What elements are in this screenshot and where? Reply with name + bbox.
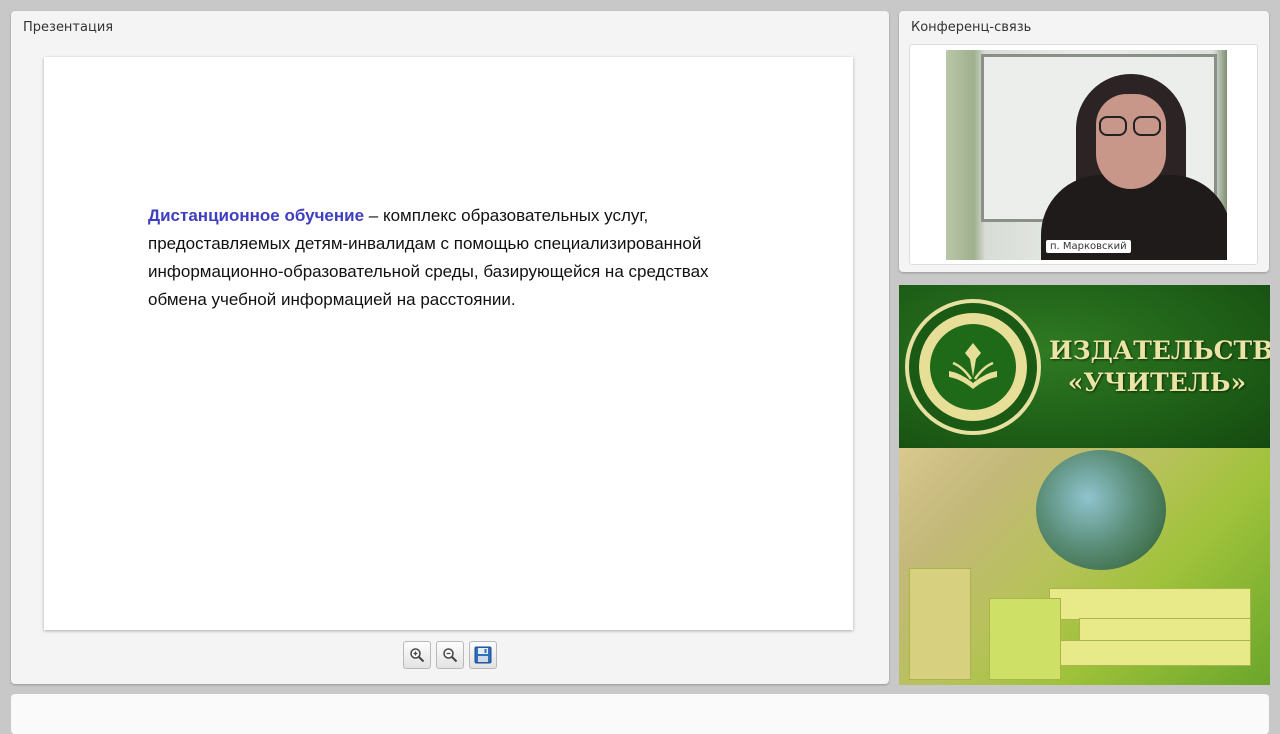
globe-image [1036,450,1166,570]
conference-panel: Конференц-связь п. Марковский [899,11,1269,272]
banner-header: ИЗДАТЕЛЬСТВО «УЧИТЕЛЬ» [899,285,1270,448]
book-stack-image [909,568,971,680]
publisher-logo [905,299,1041,435]
book-image [1059,640,1251,666]
zoom-out-icon [443,648,458,663]
slide: Дистанционное обучение – комплекс образо… [44,57,853,630]
participant-face [1096,94,1166,189]
participant-video[interactable]: п. Марковский [946,50,1227,260]
slide-text: Дистанционное обучение – комплекс образо… [148,202,748,314]
participant-name-tag: п. Марковский [1046,240,1131,253]
bottom-panel [11,694,1269,734]
floppy-disk-icon [474,646,492,664]
book-image [989,598,1061,680]
presentation-title: Презентация [23,20,114,35]
publisher-line2: «УЧИТЕЛЬ» [1067,368,1247,397]
book-image [1079,618,1251,642]
video-frame: п. Марковский [909,44,1258,265]
book-logo-icon [930,324,1016,410]
presentation-panel: Презентация Дистанционное обучение – ком… [11,11,889,684]
glasses-lens-left [1099,116,1127,136]
zoom-out-button[interactable] [436,641,464,669]
banner-image [899,448,1270,685]
glasses-lens-right [1133,116,1161,136]
publisher-banner: ИЗДАТЕЛЬСТВО «УЧИТЕЛЬ» [899,285,1270,685]
zoom-in-button[interactable] [403,641,431,669]
logo-inner-ring [919,313,1027,421]
zoom-in-icon [410,648,425,663]
publisher-line1: ИЗДАТЕЛЬСТВО [1049,336,1270,365]
save-button[interactable] [469,641,497,669]
conference-title: Конференц-связь [911,20,1032,35]
slide-term: Дистанционное обучение [148,206,365,225]
open-book-image [1049,588,1251,620]
publisher-name: ИЗДАТЕЛЬСТВО «УЧИТЕЛЬ» [1049,335,1270,399]
slide-toolbar [403,641,497,669]
